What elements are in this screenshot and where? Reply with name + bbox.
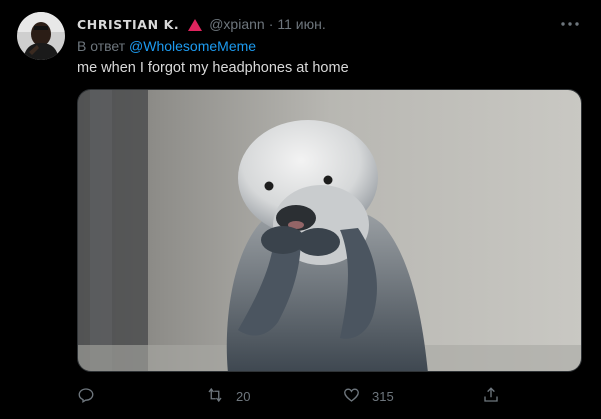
reply-to-link[interactable]: @WholesomeMeme: [129, 38, 256, 54]
tweet-date[interactable]: 11 июн.: [277, 16, 325, 32]
reply-context: В ответ @WholesomeMeme: [77, 38, 256, 54]
heart-icon: [342, 386, 361, 407]
retweet-button[interactable]: 20: [205, 384, 250, 408]
reply-prefix: В ответ: [77, 38, 126, 54]
tweet-actions: 20 315: [77, 384, 582, 408]
more-icon[interactable]: [560, 14, 580, 34]
reply-button[interactable]: [77, 384, 95, 408]
avatar[interactable]: [17, 12, 65, 60]
retweet-icon: [205, 386, 225, 407]
like-count: 315: [372, 388, 394, 404]
red-triangle-icon: [188, 18, 203, 31]
tweet-header: CHRISTIAN K. @xpiann · 11 июн.: [77, 14, 326, 34]
separator: ·: [268, 16, 274, 32]
like-button[interactable]: 315: [342, 384, 394, 408]
retweet-count: 20: [236, 388, 251, 404]
reply-icon: [77, 386, 95, 407]
otter-image: [78, 90, 581, 371]
tweet-text: me when I forgot my headphones at home: [77, 60, 349, 76]
author-handle[interactable]: @xpiann: [209, 16, 264, 32]
share-button[interactable]: [482, 384, 500, 408]
tweet: CHRISTIAN K. @xpiann · 11 июн. В ответ @…: [0, 0, 601, 419]
tweet-media[interactable]: [77, 89, 582, 372]
share-icon: [482, 386, 500, 407]
author-name[interactable]: CHRISTIAN K.: [77, 17, 179, 32]
